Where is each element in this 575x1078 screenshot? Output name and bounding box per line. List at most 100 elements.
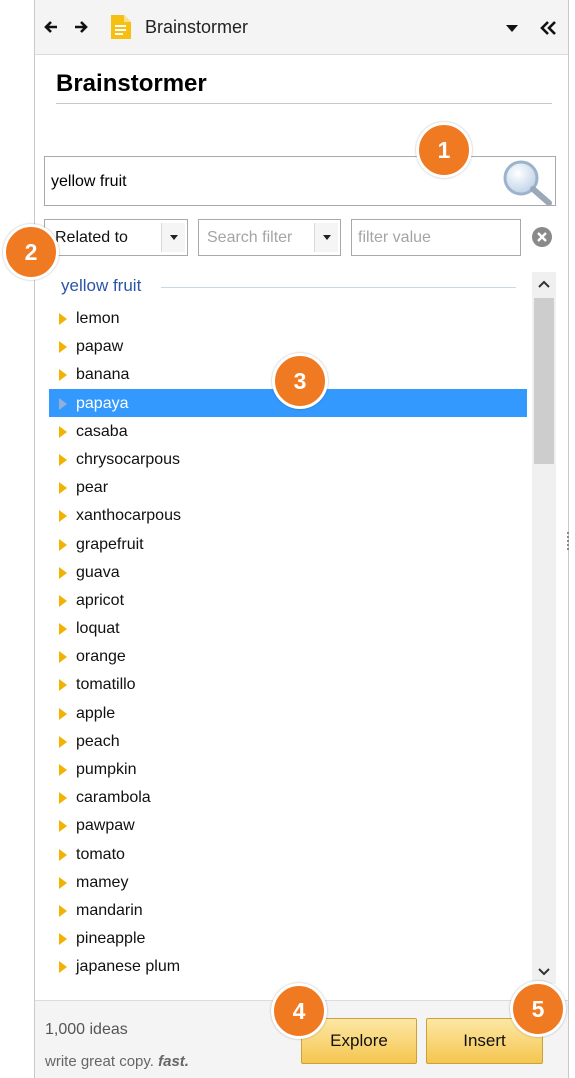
expand-triangle-icon[interactable]: [59, 792, 67, 805]
list-item-label: tomatillo: [76, 676, 136, 694]
callout-badge: 2: [3, 224, 59, 280]
results-header: yellow fruit: [61, 276, 142, 295]
collapse-panel-icon[interactable]: [536, 16, 560, 40]
search-filter-select[interactable]: Search filter: [198, 219, 341, 256]
list-item-label: grapefruit: [76, 535, 144, 553]
callout-badge: 5: [510, 981, 566, 1037]
expand-triangle-icon[interactable]: [59, 397, 67, 410]
list-item-label: pumpkin: [76, 761, 137, 778]
scroll-up-icon[interactable]: [532, 272, 556, 296]
list-item[interactable]: orange: [49, 642, 527, 670]
expand-triangle-icon[interactable]: [59, 876, 67, 889]
list-item[interactable]: pawpaw: [49, 811, 527, 839]
search-box: [44, 156, 556, 206]
expand-triangle-icon[interactable]: [59, 510, 67, 523]
callout-badge: 3: [272, 353, 328, 409]
expand-triangle-icon[interactable]: [59, 961, 67, 974]
list-item[interactable]: mandarin: [49, 896, 527, 924]
document-icon: [111, 15, 131, 39]
chevron-down-icon[interactable]: [161, 223, 185, 252]
list-item-label: mandarin: [76, 901, 143, 919]
list-item-label: casaba: [76, 422, 128, 440]
expand-triangle-icon[interactable]: [59, 848, 67, 861]
list-item[interactable]: japanese plum: [49, 952, 527, 980]
expand-triangle-icon[interactable]: [59, 764, 67, 776]
list-item[interactable]: pineapple: [49, 924, 527, 952]
tagline-text: write great copy.: [45, 1053, 154, 1070]
search-input[interactable]: [51, 169, 481, 195]
expand-triangle-icon[interactable]: [59, 933, 67, 946]
list-item-label: orange: [76, 648, 126, 666]
list-item[interactable]: casaba: [49, 417, 527, 445]
list-item[interactable]: xanthocarpous: [49, 501, 527, 529]
list-item[interactable]: apple: [49, 699, 527, 727]
callout-badge: 1: [416, 122, 472, 178]
expand-triangle-icon[interactable]: [59, 623, 67, 636]
list-item[interactable]: grapefruit: [49, 530, 527, 558]
expand-triangle-icon[interactable]: [59, 482, 67, 495]
chevron-down-icon[interactable]: [314, 223, 338, 252]
list-item[interactable]: tomato: [49, 840, 527, 868]
resize-handle[interactable]: [565, 530, 570, 560]
page-title: Brainstormer: [56, 70, 207, 97]
expand-triangle-icon[interactable]: [59, 679, 67, 692]
list-item-label: apricot: [76, 591, 125, 609]
relation-select-value: Related to: [55, 229, 128, 246]
back-arrow-icon[interactable]: [41, 15, 63, 39]
list-item-label: papaw: [76, 338, 124, 356]
list-item[interactable]: lemon: [49, 304, 527, 332]
callout-badge: 4: [271, 983, 327, 1039]
expand-triangle-icon[interactable]: [59, 566, 67, 579]
expand-triangle-icon[interactable]: [59, 341, 67, 354]
list-item-label: mamey: [76, 873, 129, 891]
list-item-label: pear: [76, 479, 109, 497]
expand-triangle-icon[interactable]: [59, 735, 67, 748]
window-title: Brainstormer: [145, 17, 249, 37]
clear-filter-icon[interactable]: [531, 226, 553, 248]
list-item-label: japanese plum: [76, 958, 181, 976]
list-item[interactable]: pear: [49, 473, 527, 501]
search-icon[interactable]: [491, 157, 555, 205]
forward-arrow-icon[interactable]: [69, 15, 91, 39]
list-item-label: xanthocarpous: [76, 507, 181, 525]
tagline: write great copy. fast.: [45, 1053, 189, 1070]
expand-triangle-icon[interactable]: [59, 651, 67, 664]
list-item[interactable]: peach: [49, 727, 527, 755]
expand-triangle-icon[interactable]: [59, 425, 67, 438]
list-item-label: papaya: [76, 394, 129, 412]
scrollbar[interactable]: [532, 272, 556, 984]
list-item-label: lemon: [76, 310, 120, 327]
expand-triangle-icon[interactable]: [59, 904, 67, 917]
title-bar: Brainstormer: [35, 0, 568, 55]
expand-triangle-icon[interactable]: [59, 369, 67, 382]
expand-triangle-icon[interactable]: [59, 453, 67, 466]
menu-dropdown-icon[interactable]: [502, 18, 522, 38]
scroll-thumb[interactable]: [534, 298, 554, 464]
list-item[interactable]: guava: [49, 558, 527, 586]
list-item-label: guava: [76, 563, 120, 581]
divider: [56, 103, 552, 104]
list-item[interactable]: tomatillo: [49, 670, 527, 698]
filter-value-input[interactable]: [351, 219, 521, 256]
list-item-label: banana: [76, 366, 130, 384]
list-item-label: loquat: [76, 620, 120, 638]
expand-triangle-icon[interactable]: [59, 313, 67, 325]
list-item-label: peach: [76, 732, 120, 750]
brainstormer-panel: Brainstormer Brainstormer Related to Sea…: [34, 0, 569, 1078]
relation-select[interactable]: Related to: [44, 219, 188, 256]
list-item-label: pawpaw: [76, 817, 135, 835]
idea-count: 1,000 ideas: [45, 1021, 128, 1038]
list-item[interactable]: carambola: [49, 783, 527, 811]
list-item[interactable]: pumpkin: [49, 755, 527, 783]
list-item-label: chrysocarpous: [76, 450, 181, 468]
list-item-label: tomato: [76, 845, 125, 863]
list-item[interactable]: chrysocarpous: [49, 445, 527, 473]
expand-triangle-icon[interactable]: [59, 820, 67, 833]
list-item-label: apple: [76, 704, 116, 722]
list-item[interactable]: loquat: [49, 614, 527, 642]
list-item[interactable]: apricot: [49, 586, 527, 614]
expand-triangle-icon[interactable]: [59, 594, 67, 607]
list-item[interactable]: mamey: [49, 868, 527, 896]
expand-triangle-icon[interactable]: [59, 538, 67, 551]
expand-triangle-icon[interactable]: [59, 707, 67, 720]
